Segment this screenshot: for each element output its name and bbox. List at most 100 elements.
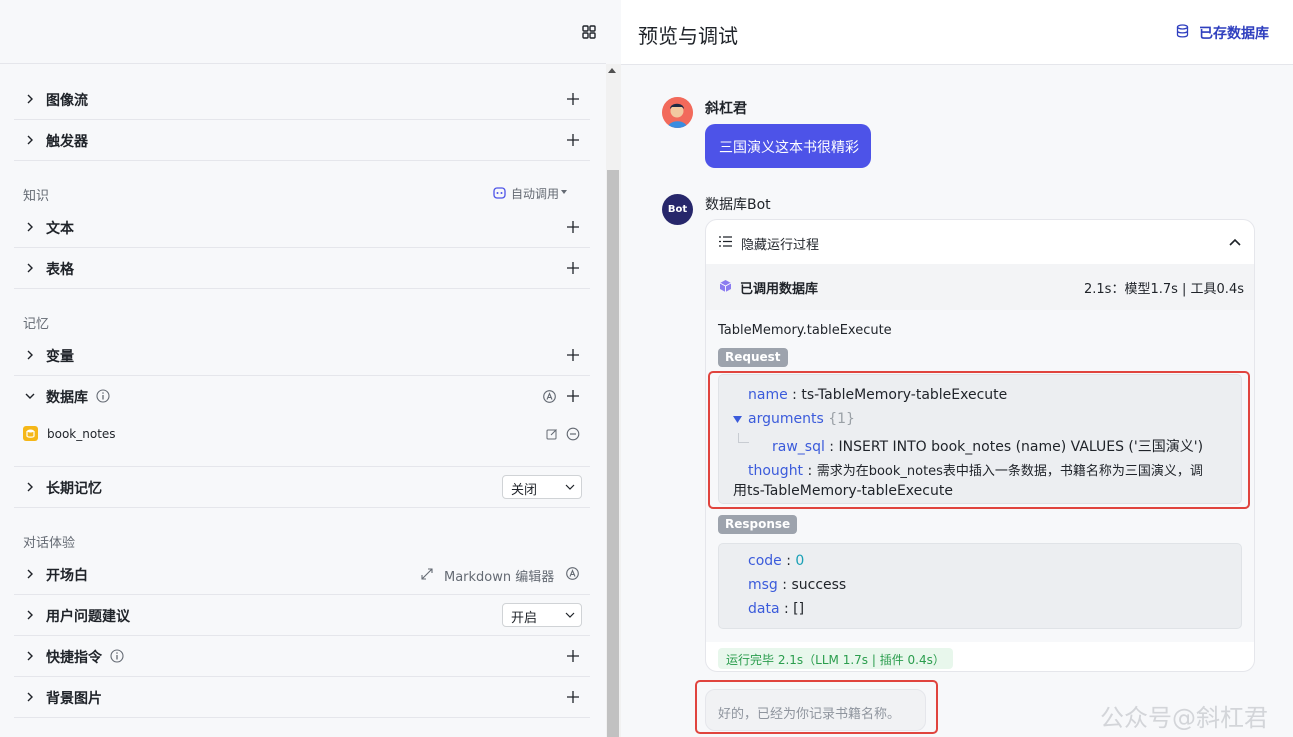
- row-text[interactable]: 文本: [14, 207, 590, 248]
- called-database-header[interactable]: 已调用数据库 2.1s：模型1.7s | 工具0.4s: [706, 264, 1254, 310]
- chevron-down-icon: [25, 393, 35, 399]
- auto-mode-icon[interactable]: [566, 567, 579, 580]
- expand-icon[interactable]: [421, 568, 433, 580]
- database-icon: [1176, 24, 1189, 38]
- chevron-right-icon: [27, 482, 33, 492]
- row-label-text: 文本: [46, 221, 74, 237]
- row-label-opening: 开场白: [46, 568, 88, 584]
- row-long-memory[interactable]: 长期记忆 关闭: [14, 467, 590, 508]
- json-value: []: [793, 601, 805, 617]
- chevron-right-icon: [27, 135, 33, 145]
- row-label-database: 数据库: [46, 390, 88, 406]
- user-avatar: [662, 97, 693, 128]
- json-key: data: [748, 601, 780, 617]
- add-icon[interactable]: [566, 92, 580, 106]
- row-table[interactable]: 表格: [14, 248, 590, 289]
- run-complete-badge: 运行完毕 2.1s（LLM 1.7s | 插件 0.4s）: [718, 648, 953, 669]
- highlight-box-reply: [695, 680, 938, 734]
- bot-avatar: Bot: [662, 194, 693, 225]
- add-icon[interactable]: [566, 348, 580, 362]
- user-name: 斜杠君: [705, 101, 747, 117]
- row-suggestions[interactable]: 用户问题建议 开启: [14, 595, 590, 636]
- section-title-knowledge: 知识: [23, 189, 50, 204]
- chevron-right-icon: [27, 94, 33, 104]
- row-database[interactable]: 数据库 book_notes: [14, 376, 590, 467]
- database-icon: [23, 426, 38, 441]
- bot-avatar-label: Bot: [667, 204, 688, 215]
- database-item-name[interactable]: book_notes: [47, 427, 116, 441]
- response-json: code : 0 msg : success data : []: [718, 543, 1242, 629]
- add-icon[interactable]: [566, 389, 580, 403]
- json-key: msg: [748, 577, 778, 593]
- response-msg-line: msg : success: [748, 577, 847, 593]
- chevron-down-icon: [565, 484, 575, 490]
- user-message-bubble: 三国演义这本书很精彩: [705, 124, 871, 168]
- remove-icon[interactable]: [566, 427, 580, 441]
- markdown-editor-link[interactable]: Markdown 编辑器: [444, 566, 554, 585]
- row-label-long-memory: 长期记忆: [46, 481, 102, 497]
- called-database-label: 已调用数据库: [740, 282, 819, 297]
- row-trigger[interactable]: 触发器: [14, 120, 590, 161]
- row-variable[interactable]: 变量: [14, 335, 590, 376]
- auto-mode-icon[interactable]: [543, 390, 556, 403]
- add-icon[interactable]: [566, 649, 580, 663]
- edit-icon[interactable]: [546, 428, 558, 440]
- bot-name: 数据库Bot: [705, 197, 771, 213]
- hide-process-toggle[interactable]: 隐藏运行过程: [706, 220, 1254, 264]
- add-icon[interactable]: [566, 220, 580, 234]
- function-name: TableMemory.tableExecute: [718, 323, 892, 338]
- preview-header: 预览与调试 已存数据库: [621, 0, 1293, 65]
- row-background[interactable]: 背景图片: [14, 677, 590, 718]
- suggestions-select[interactable]: 开启: [502, 603, 582, 627]
- long-memory-select-value: 关闭: [511, 483, 538, 498]
- chevron-right-icon: [27, 350, 33, 360]
- chevron-right-icon: [27, 610, 33, 620]
- row-shortcuts[interactable]: 快捷指令: [14, 636, 590, 677]
- suggestions-select-value: 开启: [511, 611, 538, 626]
- row-opening[interactable]: 开场白 Markdown 编辑器: [14, 554, 590, 595]
- robot-icon: [493, 187, 506, 199]
- response-code-line: code : 0: [748, 553, 805, 569]
- grid-layout-icon[interactable]: [581, 24, 597, 40]
- chevron-right-icon: [27, 263, 33, 273]
- chevron-up-icon[interactable]: [1229, 238, 1241, 246]
- auto-invoke-label: 自动调用: [511, 187, 560, 201]
- add-icon[interactable]: [566, 261, 580, 275]
- chevron-right-icon: [27, 651, 33, 661]
- json-key: code: [748, 553, 782, 569]
- hide-process-label: 隐藏运行过程: [741, 238, 820, 253]
- list-icon: [719, 236, 732, 247]
- chevron-down-icon: [565, 612, 575, 618]
- json-value: 0: [795, 553, 805, 569]
- config-list: 图像流 触发器 知识 自动调用 文本 表格 记忆 变量 数据库 book_not…: [0, 64, 606, 737]
- user-message-text: 三国演义这本书很精彩: [719, 140, 859, 156]
- add-icon[interactable]: [566, 133, 580, 147]
- section-title-dialog: 对话体验: [23, 536, 76, 551]
- config-toolbar: [0, 0, 606, 64]
- add-icon[interactable]: [566, 690, 580, 704]
- row-label-variable: 变量: [46, 349, 74, 365]
- row-label-table: 表格: [46, 262, 74, 278]
- chevron-right-icon: [27, 569, 33, 579]
- run-timing: 2.1s：模型1.7s | 工具0.4s: [1084, 282, 1244, 297]
- saved-database-link[interactable]: 已存数据库: [1199, 23, 1269, 43]
- watermark: 公众号@斜杠君: [1100, 704, 1268, 732]
- highlight-box-request: [708, 371, 1250, 509]
- row-label-background: 背景图片: [46, 691, 102, 707]
- chevron-right-icon: [27, 222, 33, 232]
- chevron-right-icon: [27, 692, 33, 702]
- row-image-flow[interactable]: 图像流: [14, 79, 590, 120]
- json-value: success: [791, 577, 847, 593]
- info-icon[interactable]: [110, 649, 124, 663]
- response-tag: Response: [718, 515, 798, 534]
- long-memory-select[interactable]: 关闭: [502, 475, 582, 499]
- caret-down-icon: [561, 190, 567, 194]
- section-title-memory: 记忆: [23, 317, 50, 332]
- scrollbar-thumb[interactable]: [607, 170, 619, 737]
- request-tag: Request: [718, 348, 788, 367]
- scroll-up-arrow-icon[interactable]: [608, 68, 616, 73]
- row-label-trigger: 触发器: [46, 134, 88, 150]
- row-label-shortcuts: 快捷指令: [46, 650, 102, 666]
- info-icon[interactable]: [96, 389, 110, 403]
- row-label-image-flow: 图像流: [46, 93, 88, 109]
